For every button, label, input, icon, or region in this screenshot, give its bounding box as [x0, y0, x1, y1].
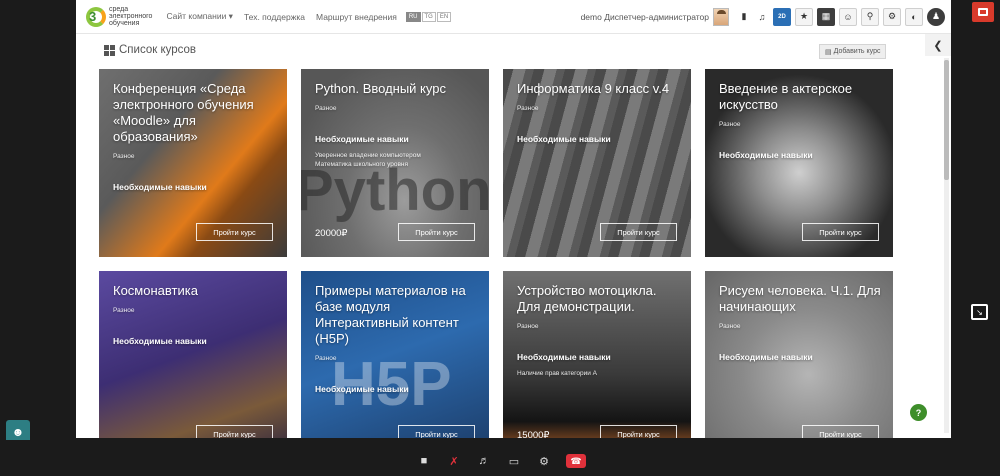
course-skills-heading: Необходимые навыки — [315, 384, 409, 394]
start-course-button[interactable]: Пройти курс — [196, 425, 273, 438]
start-course-button[interactable]: Пройти курс — [600, 223, 677, 241]
language-switcher: RU TG EN — [405, 11, 452, 22]
contacts-icon[interactable]: ☺ — [839, 7, 857, 26]
start-course-button[interactable]: Пройти курс — [398, 223, 475, 241]
speaker-icon[interactable]: ♬ — [475, 454, 493, 468]
course-category: Разное — [719, 323, 741, 330]
notifications-bell-icon[interactable]: ♫ — [755, 10, 769, 24]
course-category: Разное — [315, 105, 337, 112]
course-title: Python. Вводный курс — [315, 81, 446, 96]
course-card[interactable]: Рисуем человека. Ч.1. Для начинающих Раз… — [705, 271, 893, 438]
add-course-button[interactable]: ▤ Добавить курс — [819, 44, 887, 59]
messages-icon[interactable]: ▮ — [737, 10, 751, 24]
course-card[interactable]: Космонавтика Разное Необходимые навыки П… — [99, 271, 287, 438]
main-nav: Сайт компании ▾ Тех. поддержка Маршрут в… — [166, 11, 452, 22]
lang-tg[interactable]: TG — [421, 11, 436, 22]
lang-en[interactable]: EN — [436, 11, 452, 22]
page-title-row: Список курсов — [104, 44, 196, 56]
start-course-button[interactable]: Пройти курс — [398, 425, 475, 438]
course-card[interactable]: Устройство мотоцикла. Для демонстрации. … — [503, 271, 691, 438]
course-title: Информатика 9 класс v.4 — [517, 81, 670, 96]
course-title: Устройство мотоцикла. Для демонстрации. — [517, 283, 657, 314]
gear-icon[interactable]: ⚙ — [535, 454, 553, 468]
course-card[interactable]: Введение в актерское искусство Разное Не… — [705, 69, 893, 257]
gear-icon[interactable]: ⚙ — [883, 7, 901, 26]
nav-tech-support[interactable]: Тех. поддержка — [244, 12, 305, 22]
course-card[interactable]: Конференция «Среда электронного обучения… — [99, 69, 287, 257]
user-name[interactable]: demo Диспетчер-администратор — [581, 12, 709, 22]
page-title: Список курсов — [119, 44, 197, 56]
course-skills-desc: Уверенное владение компьютером Математик… — [315, 152, 421, 168]
2d-mode-button[interactable]: 2D — [773, 7, 791, 26]
course-skills-heading: Необходимые навыки — [517, 352, 611, 362]
help-button[interactable]: ? — [910, 404, 927, 421]
lang-ru[interactable]: RU — [405, 11, 421, 22]
add-course-label: Добавить курс — [833, 48, 881, 55]
camera-icon — [978, 8, 988, 16]
course-skills-heading: Необходимые навыки — [113, 336, 207, 346]
course-skills-heading: Необходимые навыки — [719, 352, 813, 362]
trophy-icon[interactable]: ★ — [795, 7, 813, 26]
course-card[interactable]: H5P Примеры материалов на базе модуля Ин… — [301, 271, 489, 438]
course-skills-heading: Необходимые навыки — [113, 182, 207, 192]
course-skills-desc: Наличие прав категории А — [517, 370, 598, 377]
start-course-button[interactable]: Пройти курс — [802, 425, 879, 438]
scrollbar-thumb[interactable] — [944, 60, 949, 180]
course-category: Разное — [517, 105, 539, 112]
course-category: Разное — [113, 153, 135, 160]
course-title: Конференция «Среда электронного обучения… — [113, 81, 254, 144]
course-skills-heading: Необходимые навыки — [517, 134, 611, 144]
course-title: Введение в актерское искусство — [719, 81, 853, 112]
logo-text: среда электронного обучения — [109, 6, 153, 27]
course-category: Разное — [113, 307, 135, 314]
start-course-button[interactable]: Пройти курс — [802, 223, 879, 241]
screen-share-icon[interactable]: ▭ — [505, 454, 523, 468]
record-video-button[interactable] — [972, 2, 994, 22]
conference-toolbar — [0, 440, 1000, 476]
add-icon: ▤ — [825, 48, 832, 56]
exit-fullscreen-icon[interactable]: ↘ — [971, 304, 988, 320]
course-category: Разное — [517, 323, 539, 330]
course-skills-heading: Необходимые навыки — [315, 134, 409, 144]
course-title: Космонавтика — [113, 283, 198, 298]
drawer-toggle-button[interactable]: ❮ — [925, 34, 951, 56]
grid-icon — [104, 44, 115, 56]
course-category: Разное — [315, 355, 337, 362]
logo-mark-icon: 3 — [86, 5, 106, 29]
camera-off-icon[interactable]: ■ — [415, 454, 433, 468]
course-category: Разное — [719, 121, 741, 128]
course-price: 20000₽ — [315, 228, 348, 239]
start-course-button[interactable]: Пройти курс — [196, 223, 273, 241]
course-title: Примеры материалов на базе модуля Интера… — [315, 283, 466, 346]
accessibility-icon[interactable]: ♟ — [927, 7, 945, 26]
nav-company-site[interactable]: Сайт компании ▾ — [166, 11, 233, 22]
course-skills-heading: Необходимые навыки — [719, 150, 813, 160]
top-navigation-bar: 3 среда электронного обучения Сайт компа… — [76, 0, 951, 34]
course-title: Рисуем человека. Ч.1. Для начинающих — [719, 283, 881, 314]
site-logo[interactable]: 3 среда электронного обучения — [86, 5, 152, 29]
dashboard-icon[interactable]: ▦ — [817, 7, 835, 26]
course-card[interactable]: Информатика 9 класс v.4 Разное Необходим… — [503, 69, 691, 257]
search-icon[interactable]: ⚲ — [861, 7, 879, 26]
user-area: demo Диспетчер-администратор ▮ ♫ 2D ★ ▦ … — [581, 7, 945, 26]
browser-viewport: 3 среда электронного обучения Сайт компа… — [76, 0, 951, 438]
microphone-muted-icon[interactable]: ✗ — [445, 454, 463, 468]
avatar[interactable] — [713, 7, 729, 26]
course-price: 15000₽ — [517, 430, 550, 438]
start-course-button[interactable]: Пройти курс — [600, 425, 677, 438]
toggle-theme-icon[interactable]: ◐ — [905, 7, 923, 26]
nav-implementation-route[interactable]: Маршрут внедрения — [316, 12, 397, 22]
chevron-left-icon: ❮ — [933, 39, 943, 52]
course-card[interactable]: Python Python. Вводный курс Разное Необх… — [301, 69, 489, 257]
hang-up-button[interactable]: ☎ — [566, 454, 586, 468]
